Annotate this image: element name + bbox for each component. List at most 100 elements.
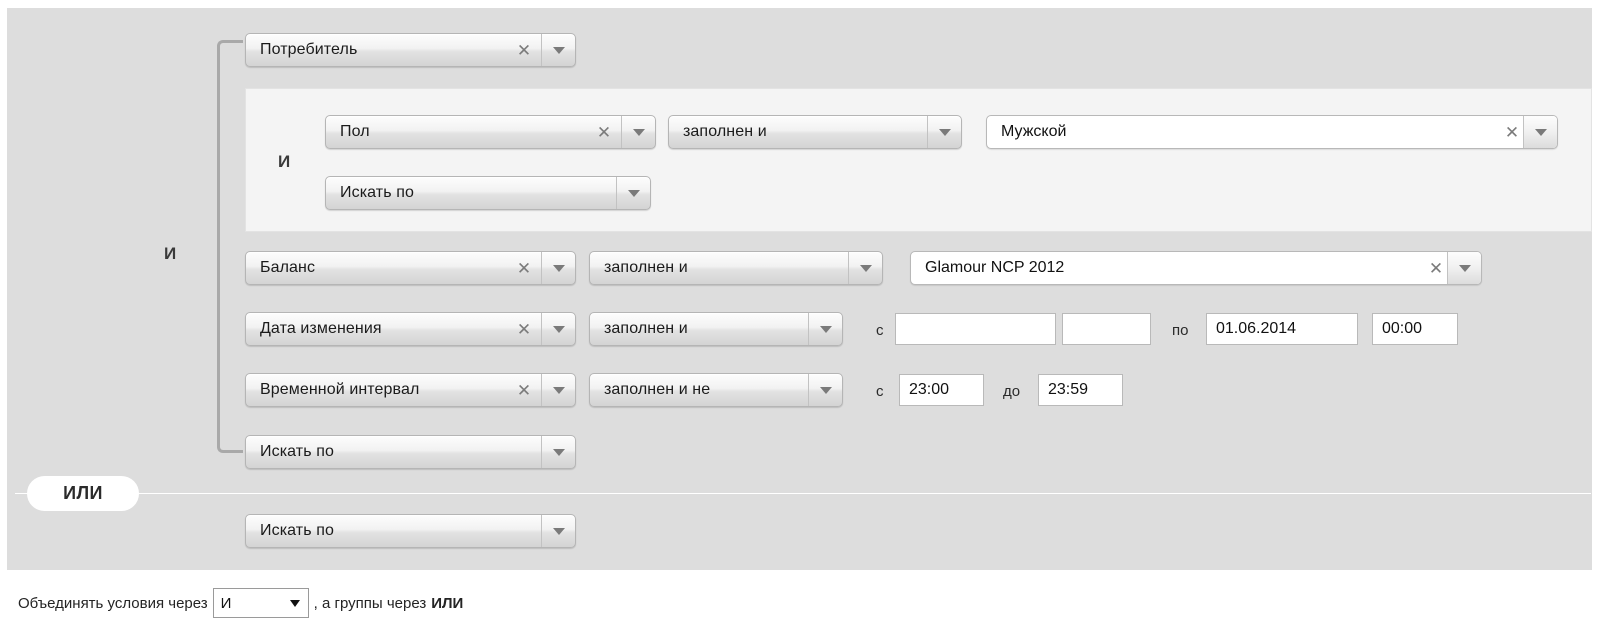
date-to-input[interactable]: 01.06.2014 [1206, 313, 1358, 345]
chevron-down-icon[interactable] [1447, 252, 1481, 284]
chevron-down-icon[interactable] [541, 252, 575, 284]
field-select-consumer-label: Потребитель [260, 41, 358, 58]
field-select-gender[interactable]: Пол ✕ [325, 115, 656, 149]
date-from-input[interactable] [895, 313, 1056, 345]
interval-from-label: с [876, 383, 884, 400]
chevron-down-icon[interactable] [808, 313, 842, 345]
caret-glyph [552, 325, 565, 333]
inner-condition-group [245, 88, 1592, 232]
caret-glyph [627, 189, 640, 197]
field-select-time-interval-body: Временной интервал ✕ [246, 374, 541, 406]
caret-glyph [819, 325, 832, 333]
caret-glyph [859, 264, 872, 272]
caret-glyph [819, 386, 832, 394]
group-conjunction-label: И [164, 244, 177, 263]
field-select-balance[interactable]: Баланс ✕ [245, 251, 576, 285]
clear-icon[interactable]: ✕ [513, 382, 535, 399]
operator-select-gender[interactable]: заполнен и [668, 115, 962, 149]
clear-icon[interactable]: ✕ [1501, 124, 1523, 141]
clear-icon[interactable]: ✕ [513, 260, 535, 277]
operator-select-change-date-body: заполнен и [590, 313, 808, 345]
field-select-time-interval-label: Временной интервал [260, 381, 420, 398]
chevron-down-icon[interactable] [621, 116, 655, 148]
chevron-down-icon[interactable] [848, 252, 882, 284]
group-separator-line [15, 493, 1591, 494]
inner-group-conjunction-label: И [278, 152, 291, 171]
value-field-balance-body: Glamour NCP 2012 [911, 252, 1425, 284]
field-select-search-by-inner-body: Искать по [326, 177, 616, 209]
field-select-change-date-label: Дата изменения [260, 320, 382, 337]
query-builder-panel: И Потребитель ✕ И Пол ✕ заполнен и Мужск… [7, 8, 1592, 570]
caret-glyph [552, 448, 565, 456]
date-from-label: с [876, 322, 884, 339]
chevron-down-icon[interactable] [541, 515, 575, 547]
chevron-down-icon[interactable] [1523, 116, 1557, 148]
field-select-change-date[interactable]: Дата изменения ✕ [245, 312, 576, 346]
clear-icon[interactable]: ✕ [1425, 260, 1447, 277]
query-builder-screen: И Потребитель ✕ И Пол ✕ заполнен и Мужск… [0, 0, 1599, 640]
operator-select-gender-body: заполнен и [669, 116, 927, 148]
chevron-down-icon[interactable] [541, 436, 575, 468]
value-field-gender[interactable]: Мужской ✕ [986, 115, 1558, 149]
group-bracket [217, 40, 243, 453]
operator-select-gender-label: заполнен и [683, 123, 767, 140]
chevron-down-icon[interactable] [616, 177, 650, 209]
caret-glyph [1534, 128, 1547, 136]
caret-glyph [552, 46, 565, 54]
caret-glyph [552, 527, 565, 535]
chevron-down-icon [289, 600, 300, 607]
value-field-gender-body: Мужской [987, 116, 1501, 148]
footer-prefix-text: Объединять условия через [18, 594, 208, 612]
value-field-gender-value: Мужской [1001, 123, 1067, 140]
operator-select-time-interval-label: заполнен и не [604, 381, 711, 398]
field-select-balance-label: Баланс [260, 259, 316, 276]
interval-to-label: до [1003, 383, 1021, 400]
chevron-down-icon[interactable] [541, 34, 575, 66]
operator-select-balance[interactable]: заполнен и [589, 251, 883, 285]
field-select-balance-body: Баланс ✕ [246, 252, 541, 284]
field-select-search-by-second-group-label: Искать по [260, 522, 334, 539]
caret-glyph [632, 128, 645, 136]
caret-glyph [552, 264, 565, 272]
footer-conjunction-row: Объединять условия через И , а группы че… [18, 588, 463, 618]
caret-glyph [938, 128, 951, 136]
operator-select-change-date-label: заполнен и [604, 320, 688, 337]
chevron-down-icon[interactable] [541, 313, 575, 345]
time-from-input[interactable] [1062, 313, 1151, 345]
footer-suffix-text: , а группы через [313, 594, 427, 612]
field-select-search-by-second-group-body: Искать по [246, 515, 541, 547]
operator-select-change-date[interactable]: заполнен и [589, 312, 843, 346]
field-select-gender-body: Пол ✕ [326, 116, 621, 148]
value-field-balance[interactable]: Glamour NCP 2012 ✕ [910, 251, 1482, 285]
footer-operator-value: И [220, 594, 232, 612]
field-select-search-by-group-body: Искать по [246, 436, 541, 468]
group-separator-or-badge: ИЛИ [27, 476, 139, 511]
chevron-down-icon[interactable] [927, 116, 961, 148]
footer-operator-select[interactable]: И [212, 588, 309, 618]
field-select-gender-label: Пол [340, 123, 370, 140]
field-select-time-interval[interactable]: Временной интервал ✕ [245, 373, 576, 407]
clear-icon[interactable]: ✕ [593, 124, 615, 141]
chevron-down-icon[interactable] [541, 374, 575, 406]
interval-from-time-input[interactable]: 23:00 [899, 374, 984, 406]
interval-to-time-input[interactable]: 23:59 [1038, 374, 1123, 406]
time-to-input[interactable]: 00:00 [1372, 313, 1458, 345]
chevron-down-icon[interactable] [808, 374, 842, 406]
field-select-search-by-group[interactable]: Искать по [245, 435, 576, 469]
clear-icon[interactable]: ✕ [513, 321, 535, 338]
operator-select-balance-body: заполнен и [590, 252, 848, 284]
value-field-balance-value: Glamour NCP 2012 [925, 259, 1065, 276]
field-select-search-by-inner[interactable]: Искать по [325, 176, 651, 210]
field-select-consumer-body: Потребитель ✕ [246, 34, 541, 66]
field-select-search-by-group-label: Искать по [260, 443, 334, 460]
caret-glyph [1458, 264, 1471, 272]
caret-glyph [552, 386, 565, 394]
clear-icon[interactable]: ✕ [513, 42, 535, 59]
field-select-change-date-body: Дата изменения ✕ [246, 313, 541, 345]
date-to-label: по [1172, 322, 1189, 339]
operator-select-balance-label: заполнен и [604, 259, 688, 276]
field-select-consumer[interactable]: Потребитель ✕ [245, 33, 576, 67]
footer-group-operator-text: ИЛИ [431, 594, 464, 612]
operator-select-time-interval[interactable]: заполнен и не [589, 373, 843, 407]
field-select-search-by-second-group[interactable]: Искать по [245, 514, 576, 548]
